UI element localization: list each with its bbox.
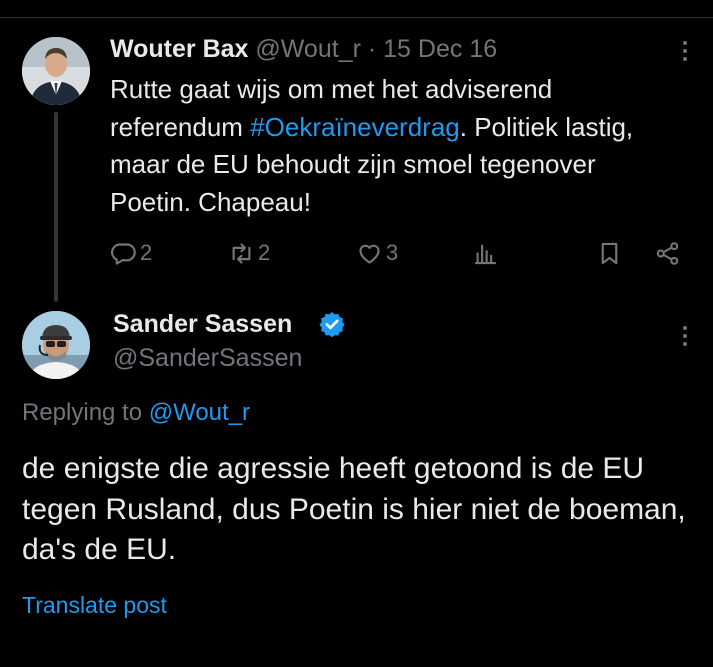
author-name[interactable]: Wouter Bax [110, 35, 248, 63]
avatar-sander-sassen[interactable] [22, 311, 90, 379]
repost-count: 2 [258, 240, 271, 265]
bookmark-button[interactable] [596, 236, 623, 270]
reply-count: 2 [140, 240, 153, 265]
analytics-icon [474, 244, 497, 264]
author-name[interactable]: Sander Sassen [113, 308, 292, 340]
profile-photo-icon [22, 37, 90, 105]
tweet1-text: Rutte gaat wijs om met het adviserend re… [110, 71, 670, 221]
share-button[interactable] [654, 236, 681, 270]
verified-badge-icon [319, 312, 345, 338]
replying-to: Replying to @Wout_r [22, 397, 250, 429]
repost-icon [232, 242, 251, 264]
tweet-thread: Wouter Bax @Wout_r · 15 Dec 16 Rutte gaa… [0, 0, 713, 667]
tweet2-text: de enigste die agressie heeft getoond is… [22, 452, 686, 566]
mention-link[interactable]: @Wout_r [149, 399, 250, 426]
tweet-date[interactable]: 15 Dec 16 [383, 35, 497, 63]
like-count: 3 [386, 240, 399, 265]
reply-button[interactable]: 2 [110, 236, 152, 270]
translate-post-link[interactable]: Translate post [22, 590, 167, 620]
more-vertical-icon[interactable] [673, 324, 697, 348]
replying-prefix: Replying to [22, 399, 149, 426]
like-button[interactable]: 3 [356, 236, 398, 270]
bookmark-icon [601, 242, 618, 264]
reply-icon [111, 242, 136, 265]
more-vertical-icon[interactable] [673, 39, 697, 63]
profile-photo-icon [22, 311, 90, 379]
hashtag-link[interactable]: #Oekraïneverdrag [250, 112, 460, 142]
header-separator: · [367, 35, 377, 63]
tweet1-actions: 2 2 3 [110, 236, 686, 270]
tweet1-header: Wouter Bax @Wout_r · 15 Dec 16 [110, 33, 497, 65]
avatar-wouter-bax[interactable] [22, 37, 90, 105]
share-icon [656, 241, 679, 265]
heart-icon [359, 244, 380, 264]
thread-connector [54, 112, 58, 302]
author-handle[interactable]: @SanderSassen [113, 342, 302, 374]
author-handle[interactable]: @Wout_r [255, 35, 361, 63]
views-button[interactable] [472, 236, 502, 270]
repost-button[interactable]: 2 [228, 236, 270, 270]
top-divider [0, 17, 713, 18]
